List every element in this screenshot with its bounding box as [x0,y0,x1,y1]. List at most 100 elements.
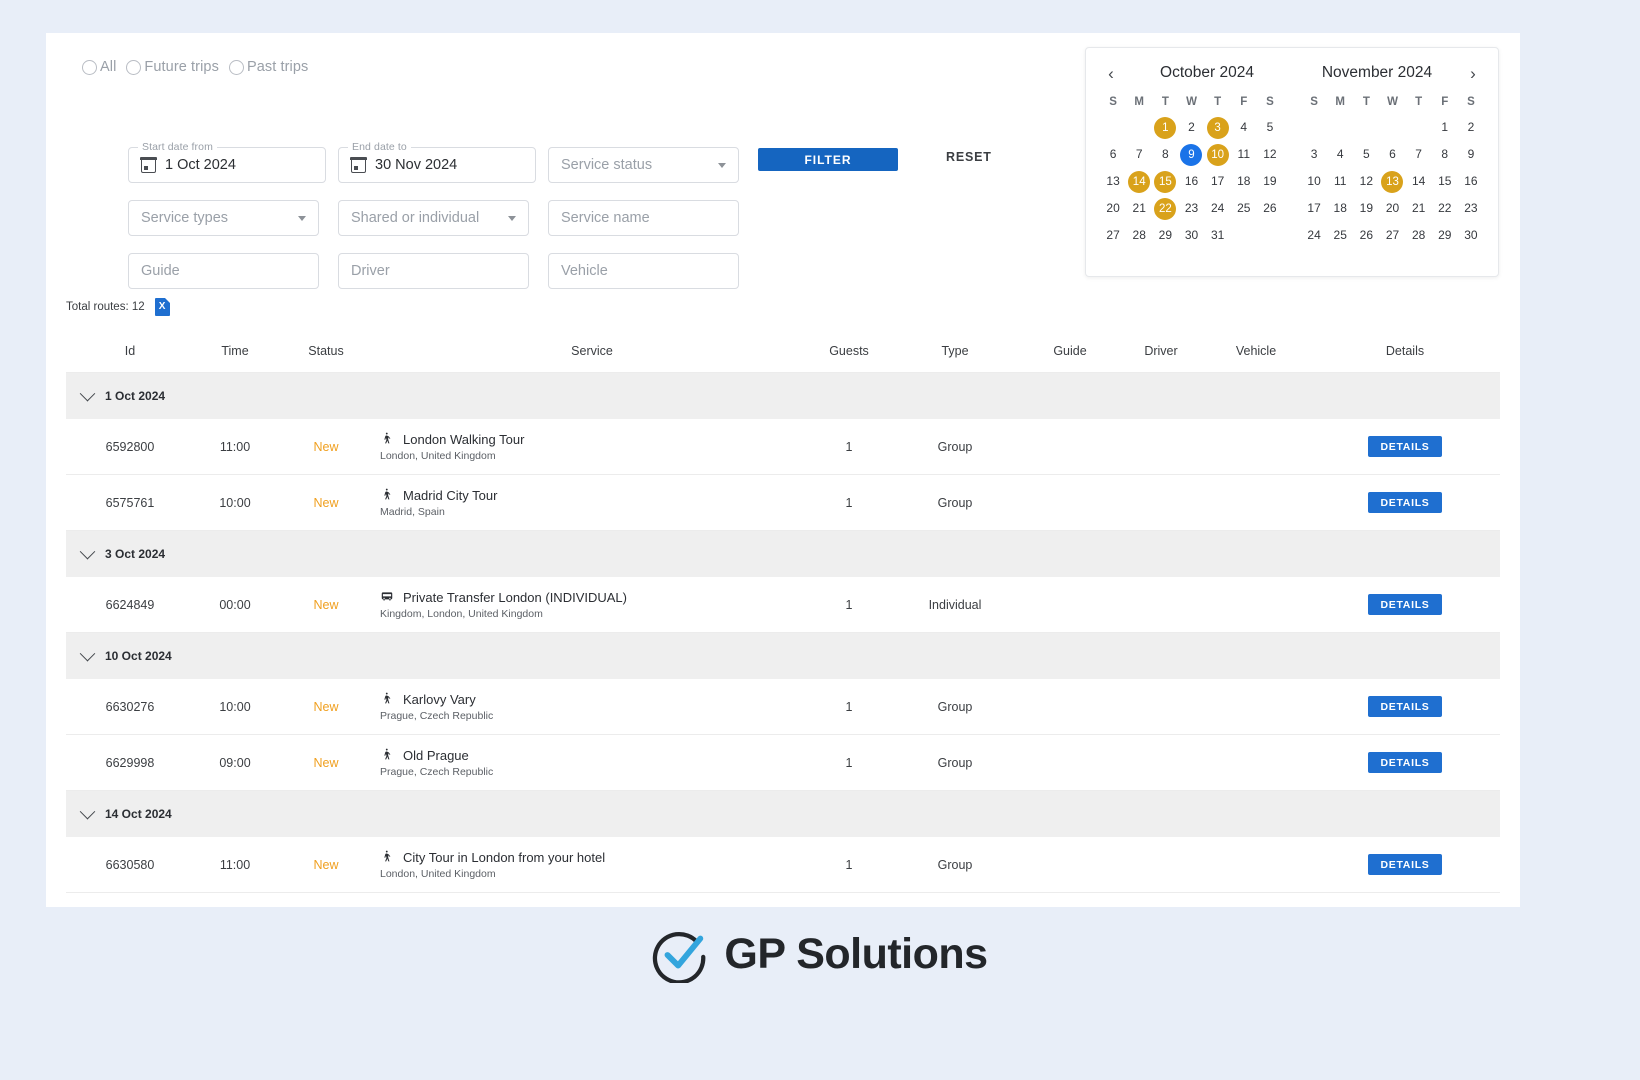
vehicle-input[interactable]: Vehicle [548,253,739,289]
calendar-day[interactable]: 24 [1205,196,1231,220]
calendar-day[interactable]: 9 [1458,142,1484,166]
calendar-day-number: 26 [1263,201,1277,215]
shared-or-individual-select[interactable]: Shared or individual [338,200,529,236]
calendar-day[interactable]: 2 [1458,115,1484,139]
details-button[interactable]: DETAILS [1368,696,1442,717]
trip-scope-radio-label: All [100,59,117,75]
calendar-day[interactable]: 28 [1406,223,1432,247]
details-button[interactable]: DETAILS [1368,854,1442,875]
trip-scope-radio-1[interactable]: Future trips [126,59,219,75]
calendar-day[interactable]: 22 [1432,196,1458,220]
calendar-day[interactable]: 7 [1126,142,1152,166]
trip-scope-radio-2[interactable]: Past trips [228,59,308,75]
calendar-day[interactable]: 6 [1379,142,1405,166]
calendar-day[interactable]: 5 [1353,142,1379,166]
driver-input[interactable]: Driver [338,253,529,289]
trip-scope-radio-0[interactable]: All [82,59,116,75]
calendar-day[interactable]: 15 [1432,169,1458,193]
calendar-day[interactable]: 2 [1178,115,1204,139]
calendar-day[interactable]: 13 [1100,169,1126,193]
calendar-day[interactable]: 28 [1126,223,1152,247]
calendar-day[interactable]: 24 [1301,223,1327,247]
calendar-day[interactable]: 26 [1257,196,1283,220]
calendar-day[interactable]: 13 [1379,169,1405,193]
calendar-day[interactable]: 3 [1301,142,1327,166]
calendar-day[interactable]: 25 [1327,223,1353,247]
details-button[interactable]: DETAILS [1368,436,1442,457]
date-group-header[interactable]: 14 Oct 2024 [66,791,1500,837]
radio-circle-icon [228,59,244,75]
calendar-day[interactable]: 20 [1100,196,1126,220]
calendar-day[interactable]: 21 [1126,196,1152,220]
calendar-day[interactable]: 4 [1327,142,1353,166]
details-button[interactable]: DETAILS [1368,594,1442,615]
calendar-day[interactable]: 27 [1100,223,1126,247]
calendar-day[interactable]: 30 [1458,223,1484,247]
calendar-day[interactable]: 29 [1432,223,1458,247]
calendar-day[interactable]: 17 [1301,196,1327,220]
calendar-day[interactable]: 15 [1152,169,1178,193]
calendar-day-number: 8 [1441,147,1449,161]
end-date-field[interactable]: End date to 30 Nov 2024 [338,141,536,183]
calendar-day[interactable]: 8 [1152,142,1178,166]
calendar-day[interactable]: 9 [1178,142,1204,166]
calendar-day[interactable]: 7 [1406,142,1432,166]
date-group-header[interactable]: 3 Oct 2024 [66,531,1500,577]
calendar-day[interactable]: 12 [1257,142,1283,166]
calendar-day[interactable]: 10 [1301,169,1327,193]
details-button[interactable]: DETAILS [1368,492,1442,513]
details-button[interactable]: DETAILS [1368,752,1442,773]
calendar-day[interactable]: 10 [1205,142,1231,166]
service-name-input[interactable]: Service name [548,200,739,236]
calendar-day[interactable]: 19 [1257,169,1283,193]
calendar-day[interactable]: 27 [1379,223,1405,247]
guide-input[interactable]: Guide [128,253,319,289]
calendar-day[interactable]: 14 [1406,169,1432,193]
calendar-day-number: 5 [1266,120,1274,134]
calendar-day[interactable]: 21 [1406,196,1432,220]
calendar-day[interactable]: 29 [1152,223,1178,247]
service-status-select[interactable]: Service status [548,147,739,183]
cell-status: New [313,439,339,454]
calendar-day-number: 1 [1154,117,1177,139]
calendar-day[interactable]: 30 [1178,223,1204,247]
export-excel-icon[interactable]: X [154,298,170,316]
calendar-next-icon[interactable]: › [1462,62,1484,84]
date-group-header[interactable]: 10 Oct 2024 [66,633,1500,679]
calendar-day[interactable]: 23 [1178,196,1204,220]
calendar-day[interactable]: 19 [1353,196,1379,220]
filter-button[interactable]: FILTER [758,148,898,171]
calendar-day[interactable]: 26 [1353,223,1379,247]
calendar-day[interactable]: 31 [1205,223,1231,247]
calendar-day[interactable]: 14 [1126,169,1152,193]
calendar-day[interactable]: 3 [1205,115,1231,139]
calendar-day[interactable]: 11 [1327,169,1353,193]
calendar-day[interactable]: 4 [1231,115,1257,139]
calendar-day[interactable]: 22 [1152,196,1178,220]
calendar-day[interactable]: 5 [1257,115,1283,139]
calendar-day[interactable]: 1 [1152,115,1178,139]
calendar-day[interactable]: 23 [1458,196,1484,220]
reset-button[interactable]: RESET [946,150,992,164]
start-date-field[interactable]: Start date from 1 Oct 2024 [128,141,326,183]
calendar-day[interactable]: 18 [1231,169,1257,193]
calendar-day[interactable]: 8 [1432,142,1458,166]
calendar-day[interactable]: 25 [1231,196,1257,220]
calendar-dow: S [1266,96,1274,108]
calendar-day[interactable]: 17 [1205,169,1231,193]
column-header: Guide [1053,343,1087,358]
service-types-select[interactable]: Service types [128,200,319,236]
calendar-prev-icon[interactable]: ‹ [1100,62,1122,84]
calendar-day[interactable]: 12 [1353,169,1379,193]
calendar-day[interactable]: 20 [1379,196,1405,220]
calendar-day[interactable]: 18 [1327,196,1353,220]
calendar-day[interactable]: 6 [1100,142,1126,166]
calendar-day[interactable]: 11 [1231,142,1257,166]
cell-type: Group [937,439,973,454]
calendar-day[interactable]: 16 [1458,169,1484,193]
calendar-day-number: 21 [1411,201,1426,215]
date-group-header[interactable]: 1 Oct 2024 [66,373,1500,419]
calendar-day-empty [1301,115,1327,139]
calendar-day[interactable]: 1 [1432,115,1458,139]
calendar-day[interactable]: 16 [1178,169,1204,193]
